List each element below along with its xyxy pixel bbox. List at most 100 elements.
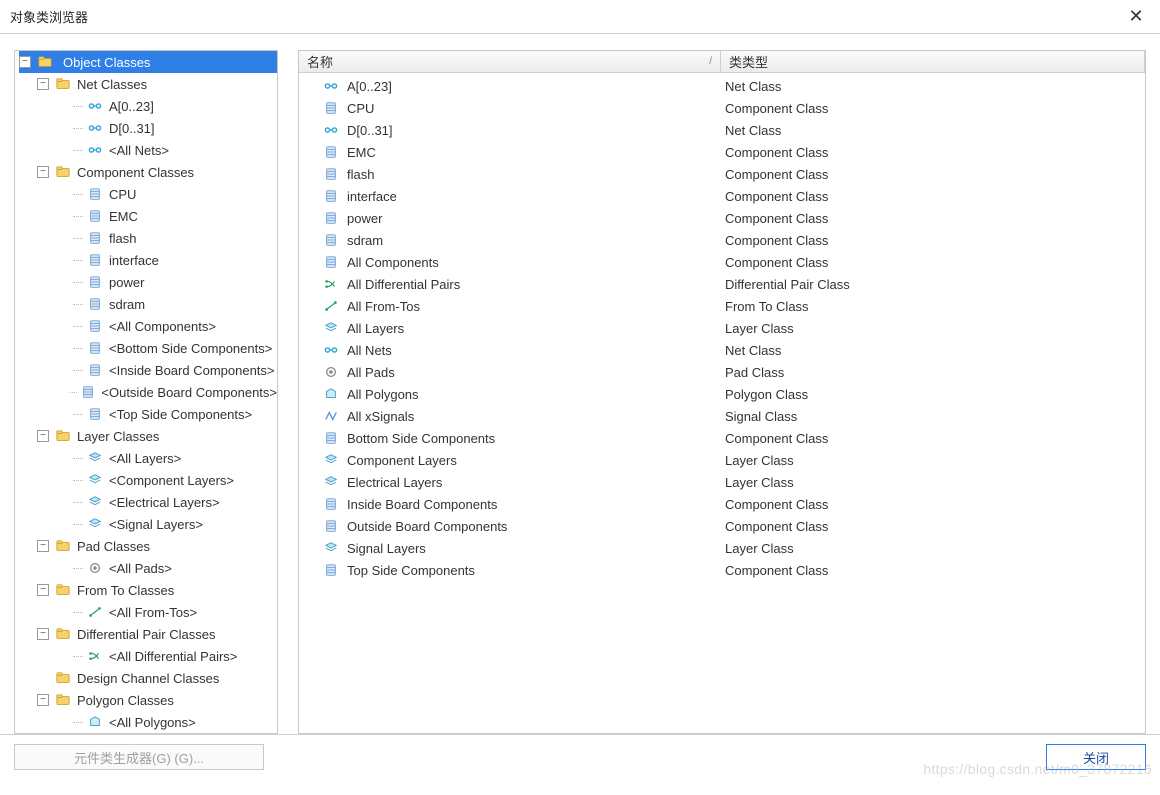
list-row[interactable]: Inside Board ComponentsComponent Class	[299, 493, 1145, 515]
tree-item[interactable]: <All Nets>	[55, 139, 277, 161]
tree-item[interactable]: <All Polygons>	[55, 711, 277, 733]
column-header-name[interactable]: 名称 /	[299, 51, 721, 72]
expand-toggle[interactable]: −	[37, 694, 49, 706]
tree-item[interactable]: <Inside Board Components>	[55, 359, 277, 381]
list-cell-name: flash	[299, 166, 721, 182]
tree-item[interactable]: D[0..31]	[55, 117, 277, 139]
close-button[interactable]: 关闭	[1046, 744, 1146, 770]
list-cell-type: Component Class	[721, 233, 1145, 248]
footer: 元件类生成器(G) (G)... 关闭	[0, 734, 1160, 779]
tree-label: From To Classes	[77, 583, 174, 598]
list-row[interactable]: Bottom Side ComponentsComponent Class	[299, 427, 1145, 449]
list-cell-name: power	[299, 210, 721, 226]
list-row[interactable]: All xSignalsSignal Class	[299, 405, 1145, 427]
xsig-icon	[323, 408, 339, 424]
expand-toggle[interactable]: −	[37, 540, 49, 552]
tree-label: Polygon Classes	[77, 693, 174, 708]
list-row[interactable]: All From-TosFrom To Class	[299, 295, 1145, 317]
tree-item[interactable]: flash	[55, 227, 277, 249]
list-row[interactable]: All PolygonsPolygon Class	[299, 383, 1145, 405]
net-icon	[87, 120, 103, 136]
tree-item[interactable]: <Top Side Components>	[55, 403, 277, 425]
list-row[interactable]: Outside Board ComponentsComponent Class	[299, 515, 1145, 537]
list-row[interactable]: All ComponentsComponent Class	[299, 251, 1145, 273]
list-cell-type: Component Class	[721, 563, 1145, 578]
list-row[interactable]: All Differential PairsDifferential Pair …	[299, 273, 1145, 295]
tree-label: Layer Classes	[77, 429, 159, 444]
list-row[interactable]: All LayersLayer Class	[299, 317, 1145, 339]
list-cell-type: Layer Class	[721, 475, 1145, 490]
tree-item[interactable]: − Polygon Classes	[37, 689, 277, 711]
tree-label: sdram	[109, 297, 145, 312]
tree-item[interactable]: power	[55, 271, 277, 293]
tree-connector	[73, 524, 83, 525]
fromto-icon	[87, 604, 103, 620]
list-body[interactable]: A[0..23]Net ClassCPUComponent ClassD[0..…	[299, 73, 1145, 733]
tree-item[interactable]: sdram	[55, 293, 277, 315]
list-cell-type: Pad Class	[721, 365, 1145, 380]
column-header-type[interactable]: 类类型	[721, 51, 1145, 72]
tree-item[interactable]: <Electrical Layers>	[55, 491, 277, 513]
list-row[interactable]: All NetsNet Class	[299, 339, 1145, 361]
tree-item[interactable]: −Pad Classes	[37, 535, 277, 557]
list-cell-type: Component Class	[721, 431, 1145, 446]
tree-item[interactable]: − Layer Classes	[37, 425, 277, 447]
tree-item[interactable]: − Component Classes	[37, 161, 277, 183]
diff-icon	[87, 648, 103, 664]
list-row[interactable]: A[0..23]Net Class	[299, 75, 1145, 97]
tree-item[interactable]: <All Pads>	[55, 557, 277, 579]
expand-toggle[interactable]: −	[37, 430, 49, 442]
tree-item[interactable]: <Signal Layers>	[55, 513, 277, 535]
list-name-label: CPU	[347, 101, 374, 116]
tree-item[interactable]: − Net Classes	[37, 73, 277, 95]
list-row[interactable]: flashComponent Class	[299, 163, 1145, 185]
folder-icon	[55, 670, 71, 686]
tree-label: Component Classes	[77, 165, 194, 180]
tree-label: EMC	[109, 209, 138, 224]
tree-connector	[73, 568, 83, 569]
tree-item[interactable]: EMC	[55, 205, 277, 227]
tree-item[interactable]: Design Channel Classes	[37, 667, 277, 689]
close-icon[interactable]: ✕	[1124, 6, 1148, 27]
list-row[interactable]: Component LayersLayer Class	[299, 449, 1145, 471]
tree-label: interface	[109, 253, 159, 268]
list-cell-type: From To Class	[721, 299, 1145, 314]
tree-label: <All Components>	[109, 319, 216, 334]
list-row[interactable]: powerComponent Class	[299, 207, 1145, 229]
expand-toggle[interactable]: −	[37, 78, 49, 90]
list-row[interactable]: interfaceComponent Class	[299, 185, 1145, 207]
tree-item[interactable]: <Bottom Side Components>	[55, 337, 277, 359]
expand-toggle[interactable]: −	[37, 584, 49, 596]
tree-connector	[73, 458, 83, 459]
list-row[interactable]: Electrical LayersLayer Class	[299, 471, 1145, 493]
tree-item[interactable]: interface	[55, 249, 277, 271]
list-row[interactable]: EMCComponent Class	[299, 141, 1145, 163]
tree-item[interactable]: −Differential Pair Classes	[37, 623, 277, 645]
list-cell-type: Net Class	[721, 343, 1145, 358]
tree-connector	[73, 502, 83, 503]
tree-item[interactable]: <All From-Tos>	[55, 601, 277, 623]
list-row[interactable]: D[0..31]Net Class	[299, 119, 1145, 141]
tree-item[interactable]: CPU	[55, 183, 277, 205]
expand-toggle[interactable]: −	[37, 166, 49, 178]
list-row[interactable]: sdramComponent Class	[299, 229, 1145, 251]
tree-item[interactable]: <All Layers>	[55, 447, 277, 469]
list-row[interactable]: CPUComponent Class	[299, 97, 1145, 119]
list-row[interactable]: Top Side ComponentsComponent Class	[299, 559, 1145, 581]
tree-label: Net Classes	[77, 77, 147, 92]
expand-toggle[interactable]: −	[19, 56, 31, 68]
tree-item[interactable]: <All Differential Pairs>	[55, 645, 277, 667]
tree-root-object-classes[interactable]: −Object Classes	[19, 51, 277, 73]
list-cell-type: Net Class	[721, 79, 1145, 94]
tree-scroll[interactable]: −Object Classes−Net ClassesA[0..23]D[0..…	[15, 51, 277, 733]
tree-item[interactable]: A[0..23]	[55, 95, 277, 117]
expand-toggle[interactable]: −	[37, 628, 49, 640]
tree-connector	[73, 348, 83, 349]
tree-item[interactable]: <All Components>	[55, 315, 277, 337]
tree-item[interactable]: <Component Layers>	[55, 469, 277, 491]
list-row[interactable]: Signal LayersLayer Class	[299, 537, 1145, 559]
tree-label: <All Differential Pairs>	[109, 649, 237, 664]
tree-item[interactable]: <Outside Board Components>	[55, 381, 277, 403]
list-row[interactable]: All PadsPad Class	[299, 361, 1145, 383]
tree-item[interactable]: − From To Classes	[37, 579, 277, 601]
